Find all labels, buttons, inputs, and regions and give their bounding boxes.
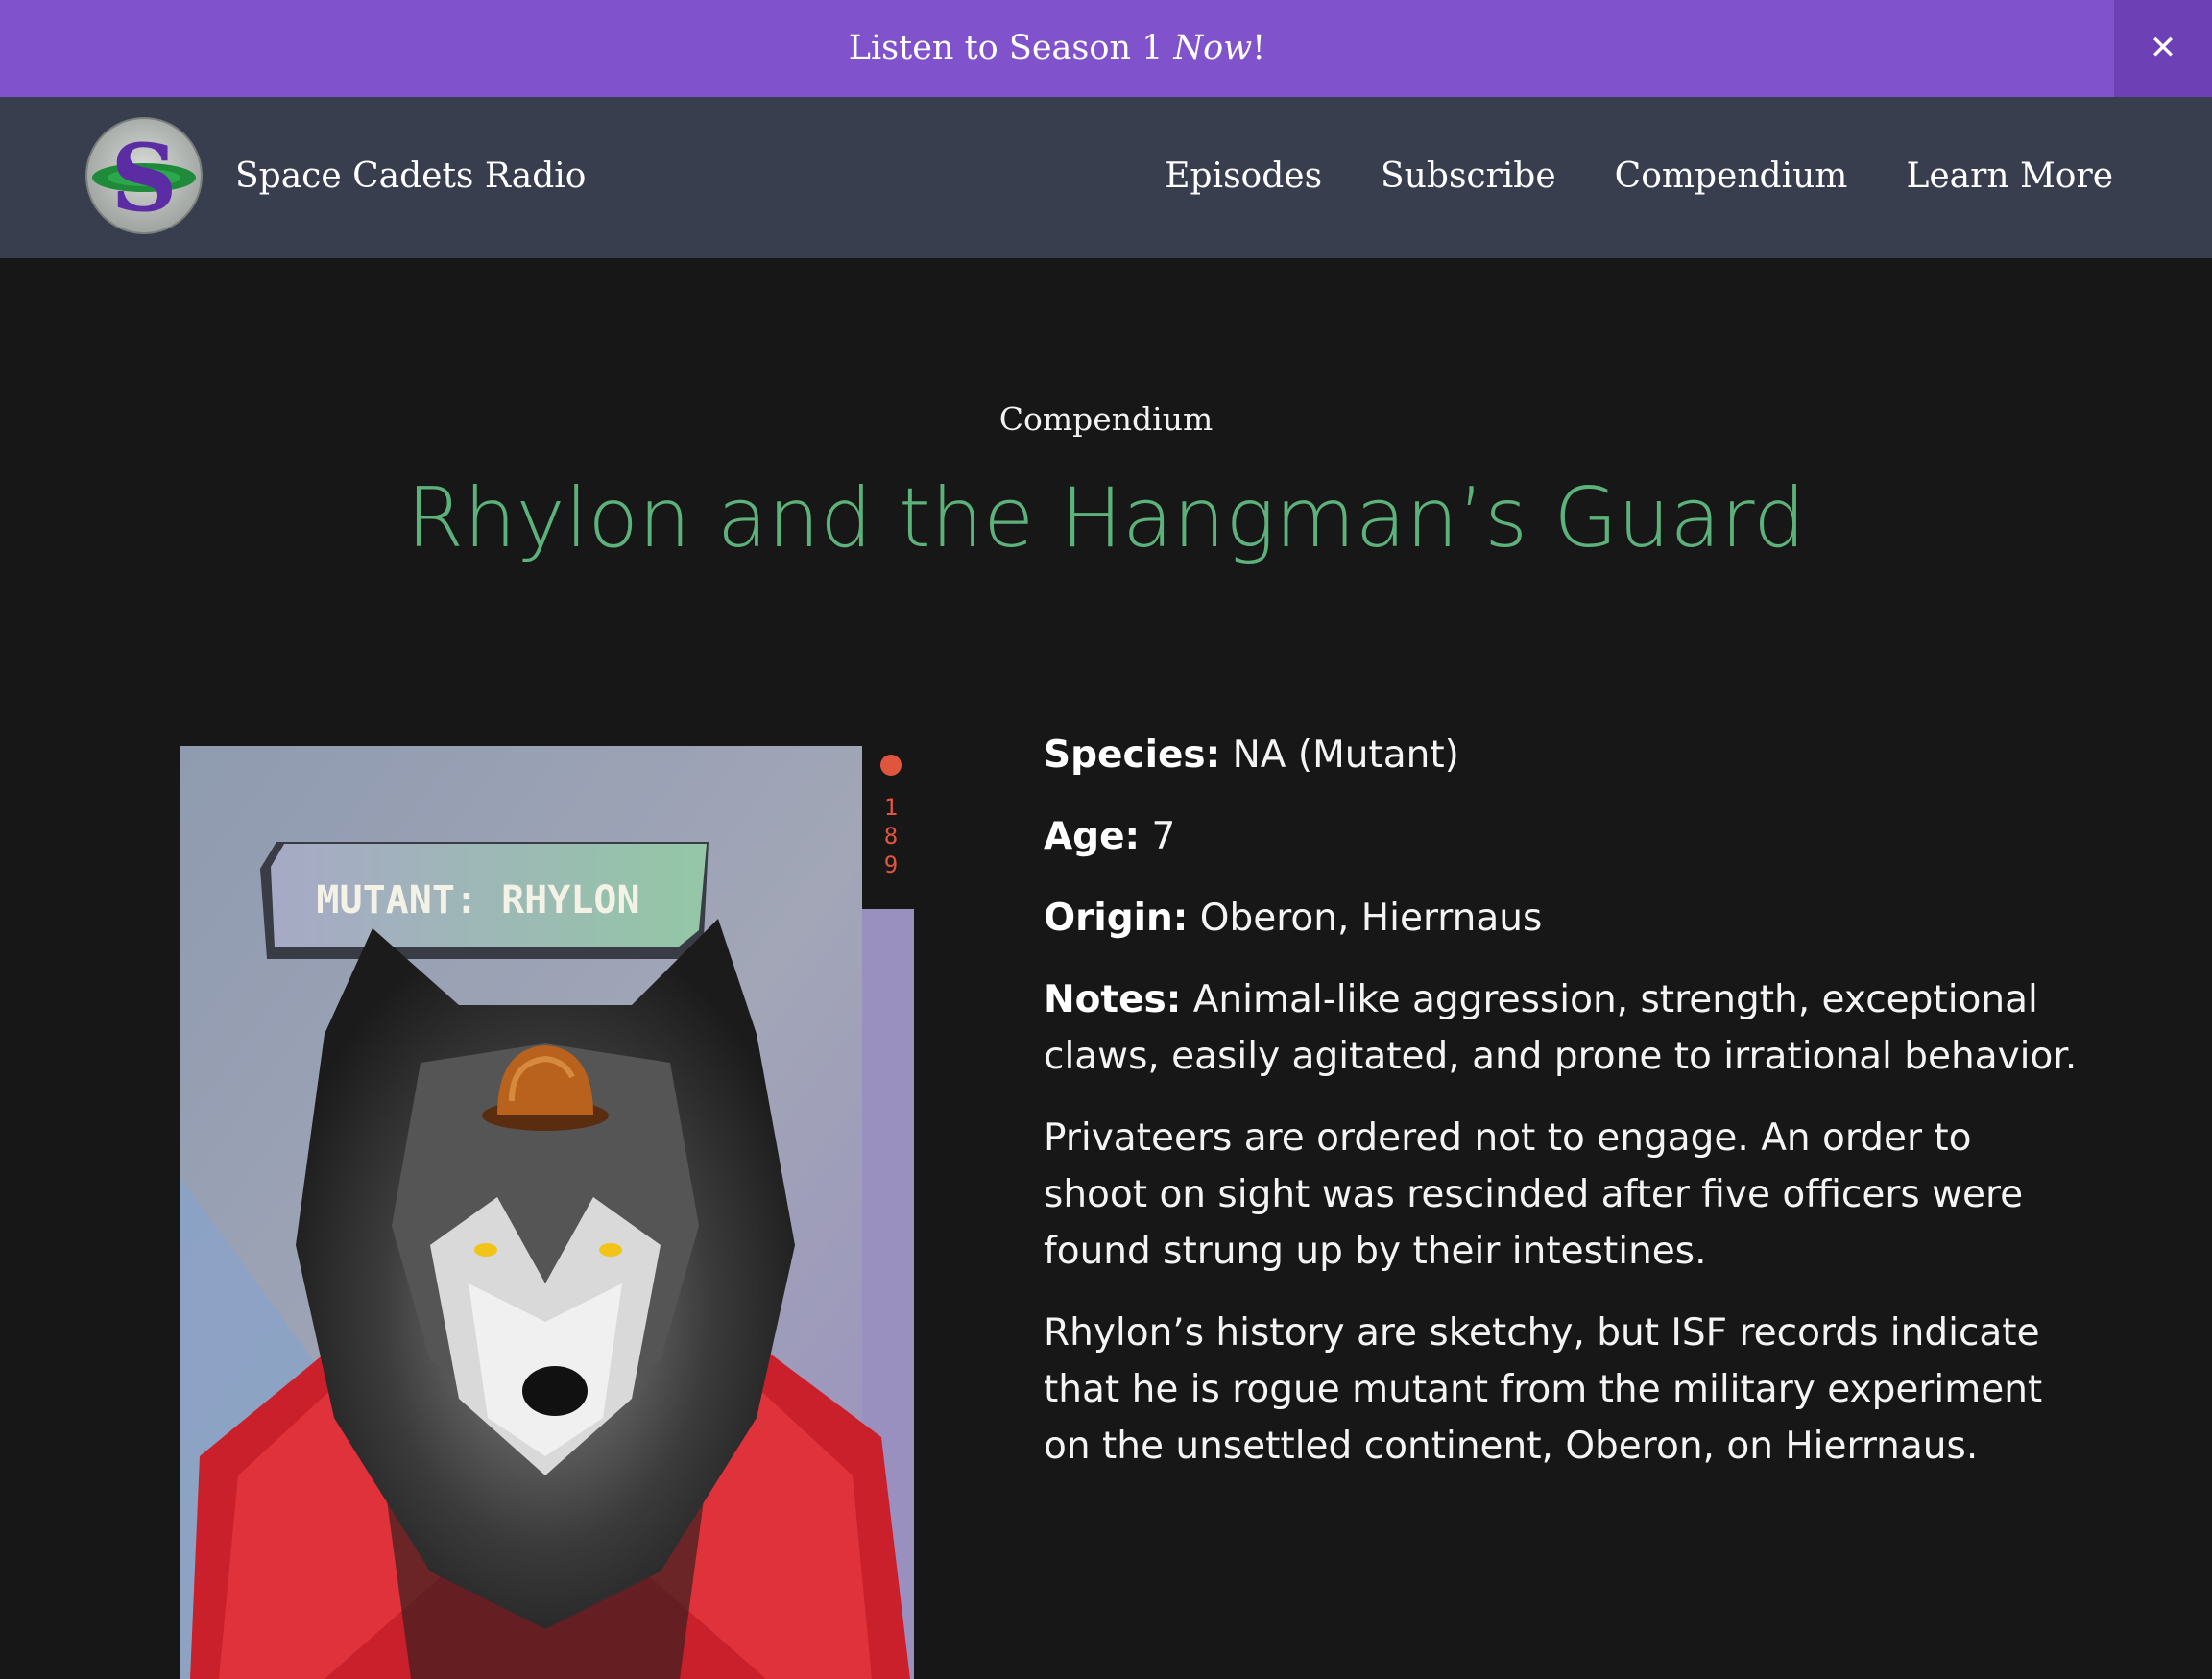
nav-compendium[interactable]: Compendium <box>1615 156 1848 196</box>
banner-link[interactable]: Listen to Season 1 Now! <box>0 0 2114 97</box>
age-label: Age: <box>1044 815 1141 858</box>
close-icon: ✕ <box>2149 29 2177 67</box>
page-title: Rhylon and the Hangman’s Guard <box>406 470 1806 566</box>
age-value: 7 <box>1140 815 1176 858</box>
logo-letter: S <box>110 124 177 232</box>
detail-age: Age: 7 <box>1044 808 2080 865</box>
main-nav: Episodes Subscribe Compendium Learn More <box>1165 156 2113 196</box>
character-details: Species: NA (Mutant) Age: 7 Origin: Ober… <box>1044 727 2080 1499</box>
nav-episodes[interactable]: Episodes <box>1165 156 1322 196</box>
detail-paragraph-3: Rhylon’s history are sketchy, but ISF re… <box>1044 1311 2043 1468</box>
banner-text-suffix: ! <box>1252 29 1266 67</box>
section-eyebrow: Compendium <box>998 400 1214 438</box>
species-value: NA (Mutant) <box>1220 733 1459 777</box>
banner-text-emphasis: Now <box>1173 29 1253 67</box>
detail-origin: Origin: Oberon, Hierrnaus <box>1044 890 2080 947</box>
card-serial-3: 9 <box>884 851 898 878</box>
origin-value: Oberon, Hierrnaus <box>1188 897 1543 940</box>
detail-species: Species: NA (Mutant) <box>1044 727 2080 783</box>
nav-learn-more[interactable]: Learn More <box>1906 156 2113 196</box>
site-title[interactable]: Space Cadets Radio <box>235 156 586 196</box>
nav-subscribe[interactable]: Subscribe <box>1381 156 1556 196</box>
banner-text: Listen to Season 1 <box>848 29 1174 67</box>
origin-label: Origin: <box>1044 897 1189 940</box>
species-label: Species: <box>1044 733 1221 777</box>
character-card-image: 1 8 9 MUTANT: RHYLON <box>180 746 914 1679</box>
site-logo[interactable]: S <box>84 116 204 235</box>
close-banner-button[interactable]: ✕ <box>2114 0 2212 97</box>
card-serial-2: 8 <box>884 823 898 850</box>
notes-label: Notes: <box>1044 978 1182 1021</box>
card-serial-1: 1 <box>884 794 898 821</box>
detail-notes: Notes: Animal-like aggression, strength,… <box>1044 971 2080 1085</box>
notes-value: Animal-like aggression, strength, except… <box>1044 978 2078 1078</box>
card-label: MUTANT: RHYLON <box>316 878 639 923</box>
announcement-banner: Listen to Season 1 Now! ✕ <box>0 0 2212 97</box>
detail-paragraph-2: Privateers are ordered not to engage. An… <box>1044 1116 2024 1273</box>
